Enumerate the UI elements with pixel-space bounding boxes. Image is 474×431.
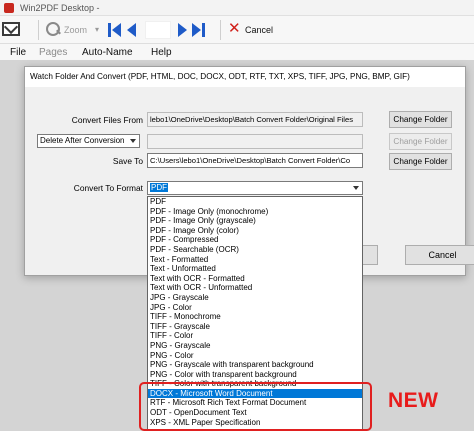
- format-option[interactable]: PNG - Color: [148, 351, 362, 361]
- format-option[interactable]: TIFF - Color: [148, 331, 362, 341]
- menu-file[interactable]: File: [10, 47, 26, 58]
- format-option[interactable]: PDF - Image Only (color): [148, 226, 362, 236]
- format-option[interactable]: Text with OCR - Unformatted: [148, 283, 362, 293]
- format-option[interactable]: Text with OCR - Formatted: [148, 274, 362, 284]
- format-value: PDF: [150, 183, 168, 192]
- zoom-label[interactable]: Zoom: [64, 25, 87, 35]
- menu-help[interactable]: Help: [151, 47, 172, 58]
- toolbar: Zoom ▾ ✕ Cancel: [0, 16, 474, 44]
- after-conversion-select[interactable]: Delete After Conversion: [37, 134, 140, 148]
- menu-auto-name[interactable]: Auto-Name: [82, 47, 133, 58]
- dialog-cancel-button[interactable]: Cancel: [405, 245, 474, 265]
- format-select[interactable]: PDF: [147, 181, 363, 195]
- menu-pages[interactable]: Pages: [39, 47, 67, 58]
- app-icon: [4, 3, 14, 13]
- format-option[interactable]: PNG - Grayscale: [148, 341, 362, 351]
- move-to-field: [147, 134, 363, 149]
- toolbar-separator: [220, 20, 221, 40]
- zoom-dropdown-icon[interactable]: ▾: [95, 25, 99, 34]
- first-page-icon[interactable]: [108, 23, 111, 37]
- format-option[interactable]: PDF - Image Only (monochrome): [148, 207, 362, 217]
- format-option[interactable]: PNG - Grayscale with transparent backgro…: [148, 360, 362, 370]
- format-option[interactable]: Text - Formatted: [148, 255, 362, 265]
- zoom-icon[interactable]: [46, 22, 60, 36]
- chevron-down-icon: [353, 186, 359, 190]
- page-number-input[interactable]: [145, 21, 171, 39]
- format-option[interactable]: TIFF - Grayscale: [148, 322, 362, 332]
- new-label: NEW: [388, 389, 439, 412]
- convert-from-label: Convert Files From: [71, 115, 143, 125]
- format-option[interactable]: TIFF - Monochrome: [148, 312, 362, 322]
- format-label: Convert To Format: [73, 183, 143, 193]
- title-bar: Win2PDF Desktop -: [0, 0, 474, 16]
- last-page-arrow-icon[interactable]: [192, 23, 201, 37]
- mail-icon[interactable]: [2, 22, 20, 36]
- save-to-field[interactable]: C:\Users\lebo1\OneDrive\Desktop\Batch Co…: [147, 153, 363, 168]
- previous-page-icon[interactable]: [127, 23, 136, 37]
- window-title: Win2PDF Desktop -: [20, 3, 100, 13]
- first-page-arrow-icon[interactable]: [112, 23, 121, 37]
- format-option[interactable]: PDF: [148, 197, 362, 207]
- format-option[interactable]: PNG - Color with transparent background: [148, 370, 362, 380]
- change-folder-source-button[interactable]: Change Folder: [389, 111, 452, 128]
- format-option[interactable]: PDF - Searchable (OCR): [148, 245, 362, 255]
- menu-bar: File Pages Auto-Name Help: [0, 44, 474, 60]
- format-option[interactable]: PDF - Image Only (grayscale): [148, 216, 362, 226]
- format-option[interactable]: PDF - Compressed: [148, 235, 362, 245]
- change-folder-move-button[interactable]: Change Folder: [389, 133, 452, 150]
- chevron-down-icon: [130, 139, 136, 143]
- cancel-icon[interactable]: ✕: [228, 21, 242, 36]
- convert-from-field[interactable]: lebo1\OneDrive\Desktop\Batch Convert Fol…: [147, 112, 363, 127]
- toolbar-separator: [38, 20, 39, 40]
- format-option[interactable]: JPG - Grayscale: [148, 293, 362, 303]
- next-page-icon[interactable]: [178, 23, 187, 37]
- format-option[interactable]: Text - Unformatted: [148, 264, 362, 274]
- last-page-icon[interactable]: [202, 23, 205, 37]
- dialog-title: Watch Folder And Convert (PDF, HTML, DOC…: [25, 67, 465, 87]
- format-option[interactable]: JPG - Color: [148, 303, 362, 313]
- after-conversion-value: Delete After Conversion: [40, 136, 125, 145]
- change-folder-destination-button[interactable]: Change Folder: [389, 153, 452, 170]
- cancel-button[interactable]: Cancel: [245, 25, 273, 35]
- new-formats-highlight: [139, 382, 372, 431]
- save-to-label: Save To: [112, 156, 143, 166]
